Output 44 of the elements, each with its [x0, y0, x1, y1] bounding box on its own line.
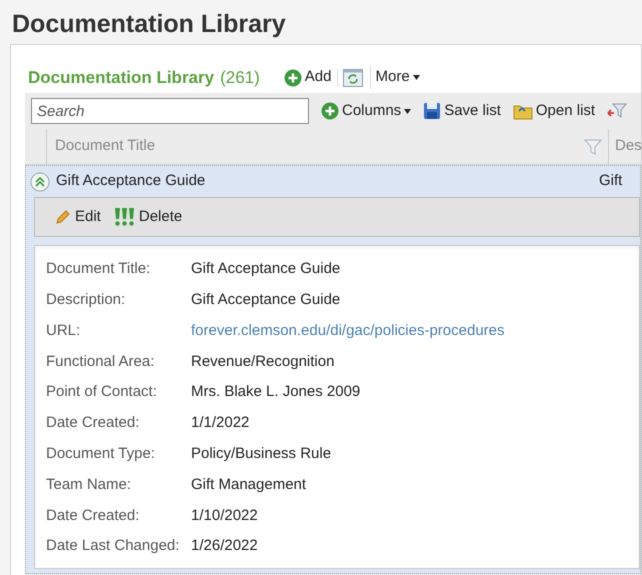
caret-icon [412, 75, 420, 80]
item-count: (261) [220, 66, 260, 89]
edit-button[interactable]: Edit [55, 206, 101, 228]
field-value: Gift Acceptance Guide [191, 290, 340, 310]
field-label: Functional Area: [46, 352, 156, 372]
field-label: Date Created: [46, 413, 140, 434]
search-field[interactable]: Search [31, 98, 309, 124]
field-value: 1/1/2022 [191, 413, 250, 434]
plus-icon [321, 102, 339, 120]
field-label: Team Name: [46, 474, 132, 495]
field-value: Mrs. Blake L. Jones 2009 [191, 382, 360, 402]
open-button[interactable]: Open list [512, 100, 596, 122]
field-value: Gift Management [191, 474, 306, 495]
field-label: Description: [46, 290, 126, 310]
refresh-icon[interactable] [343, 68, 364, 86]
field-value: Gift Acceptance Guide [191, 259, 340, 280]
field-label: Date Created: [46, 506, 140, 526]
collapse-icon[interactable] [30, 172, 50, 192]
url-link[interactable]: forever.clemson.edu/di/gac/policies-procedures [191, 320, 504, 342]
caret-icon [404, 108, 412, 114]
table-row[interactable] [25, 165, 641, 574]
filter-icon[interactable] [584, 138, 602, 154]
field-value: 1/10/2022 [191, 506, 258, 526]
save-button[interactable]: Save list [423, 100, 501, 122]
table-cell-text: Gift [599, 171, 622, 192]
field-value: 1/26/2022 [191, 536, 258, 556]
page-title: Documentation Library [11, 9, 287, 40]
field-label: Document Type: [46, 444, 156, 464]
field-label: Date Last Changed: [46, 536, 180, 556]
delete-button[interactable]: Delete [112, 206, 182, 228]
exclamation-marks-icon [112, 207, 135, 227]
field-label: Point of Contact: [46, 382, 158, 402]
field-label: Document Title: [46, 259, 152, 280]
more-menu-button[interactable]: More [370, 66, 424, 89]
field-label: URL: [46, 320, 82, 341]
field-value: Revenue/Recognition [191, 352, 334, 372]
filter-icon[interactable] [607, 102, 628, 120]
table-cell-text: Gift Acceptance Guide [55, 171, 206, 192]
pencil-icon [55, 209, 71, 225]
panel-title: Documentation Library [28, 66, 214, 89]
field-value: Policy/Business Rule [191, 444, 332, 464]
add-button[interactable]: Add [280, 66, 336, 89]
plus-icon [284, 68, 302, 86]
columns-button[interactable]: Columns [321, 100, 412, 122]
